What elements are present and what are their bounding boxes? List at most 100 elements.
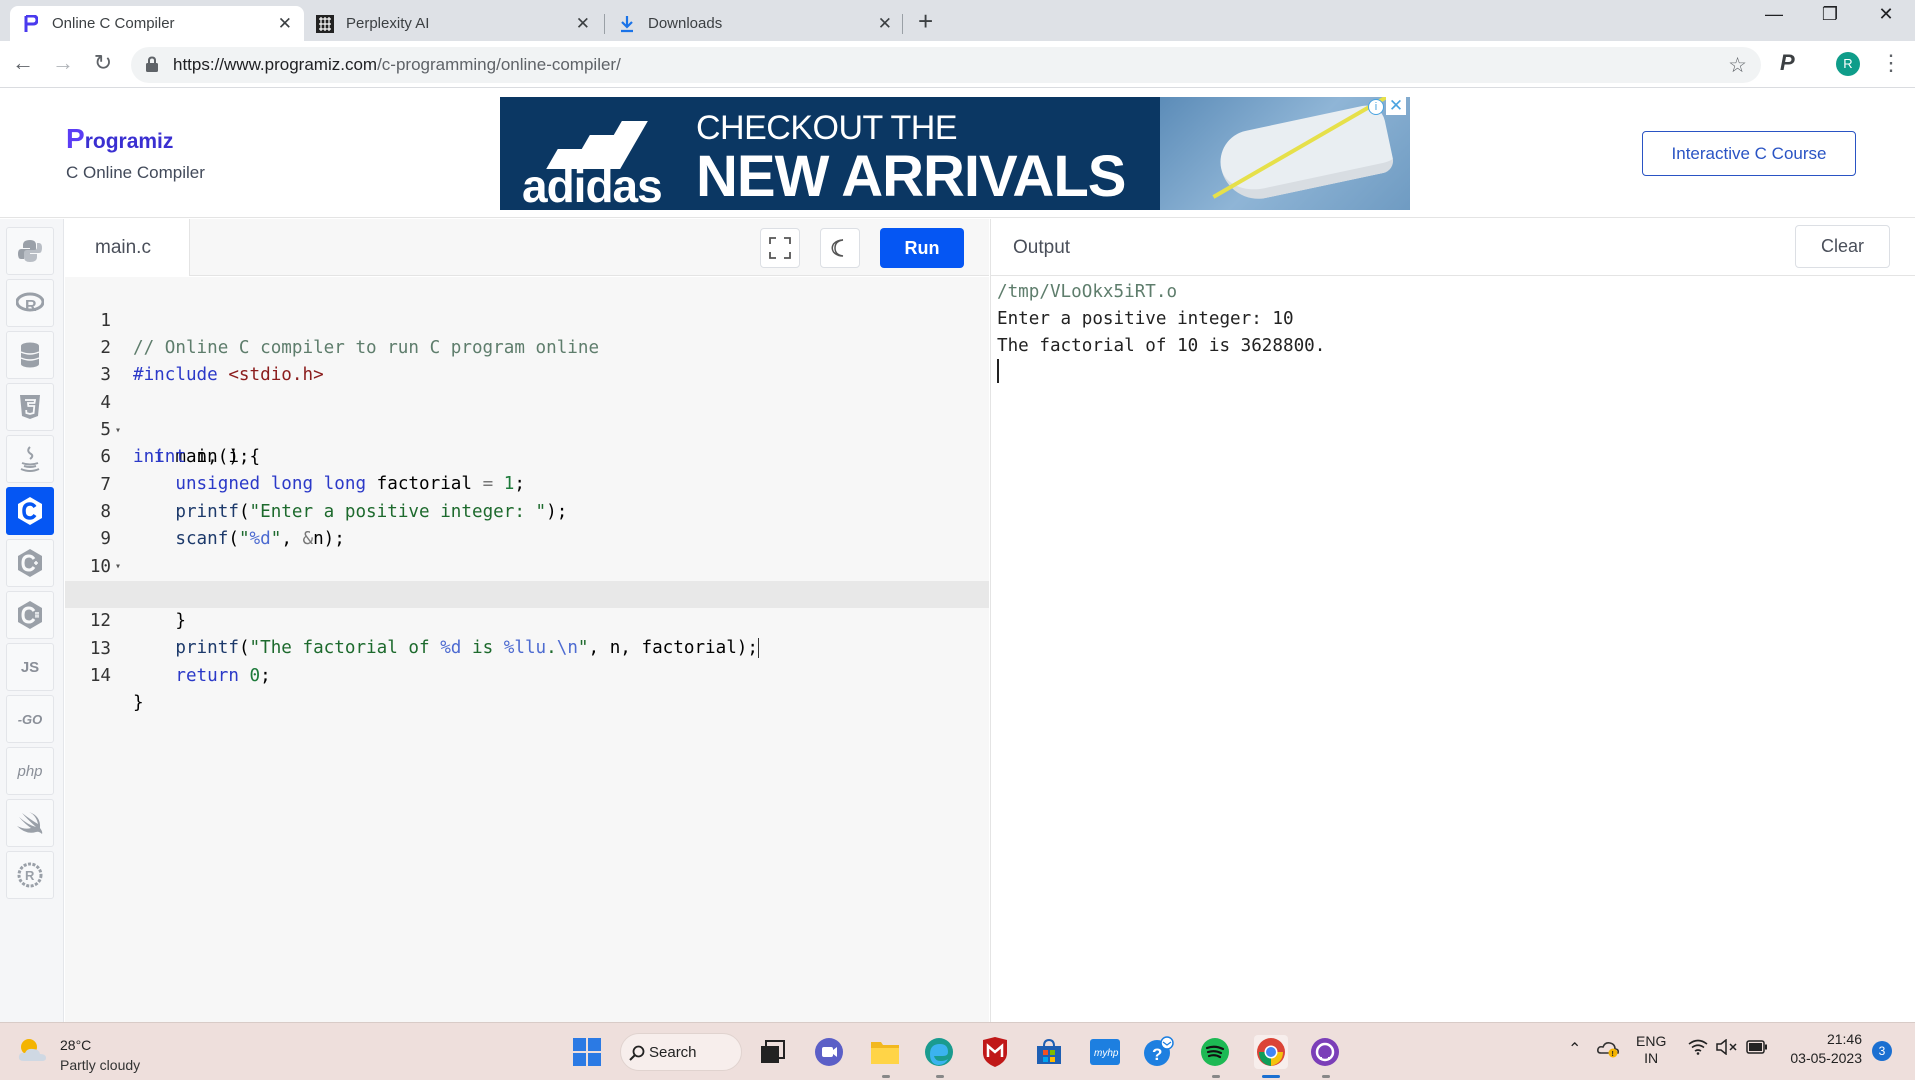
- output-title: Output: [1013, 237, 1071, 258]
- url-field[interactable]: https://www.programiz.com/c-programming/…: [131, 47, 1761, 83]
- microsoft-store-icon[interactable]: [1032, 1035, 1066, 1069]
- ad-info-icon[interactable]: i: [1368, 99, 1384, 115]
- close-tab-icon[interactable]: ✕: [576, 14, 590, 34]
- database-icon[interactable]: [6, 331, 54, 379]
- code-text: }: [133, 693, 144, 713]
- advertisement-banner[interactable]: adidas CHECKOUT THE NEW ARRIVALS i ✕: [500, 97, 1410, 210]
- volume-muted-icon[interactable]: [1716, 1038, 1738, 1058]
- notification-badge[interactable]: 3: [1872, 1041, 1892, 1061]
- ad-close-icon[interactable]: ✕: [1386, 97, 1406, 115]
- programiz-logo[interactable]: Programiz: [66, 123, 173, 155]
- svg-text:?: ?: [1152, 1045, 1162, 1064]
- running-indicator: [1322, 1075, 1330, 1078]
- close-tab-icon[interactable]: ✕: [278, 14, 292, 34]
- system-clock[interactable]: 21:46 03-05-2023: [1782, 1031, 1862, 1066]
- mcafee-icon[interactable]: [978, 1035, 1012, 1069]
- close-tab-icon[interactable]: ✕: [878, 14, 892, 34]
- running-indicator: [882, 1075, 890, 1078]
- clock-time: 21:46: [1826, 1031, 1862, 1047]
- windows-start-icon[interactable]: [570, 1035, 604, 1069]
- rust-icon[interactable]: R: [6, 851, 54, 899]
- run-button[interactable]: Run: [880, 228, 964, 268]
- tab-divider: [604, 14, 605, 34]
- close-window-icon[interactable]: ✕: [1866, 4, 1906, 25]
- r-language-icon[interactable]: R: [6, 279, 54, 327]
- tab-online-c-compiler[interactable]: Online C Compiler ✕: [10, 6, 304, 41]
- chrome-icon[interactable]: [1254, 1035, 1288, 1069]
- back-arrow-icon[interactable]: ←: [8, 50, 38, 76]
- battery-icon[interactable]: [1746, 1040, 1768, 1057]
- edge-browser-icon[interactable]: [922, 1035, 956, 1069]
- hp-support-assistant-icon[interactable]: ?: [1142, 1035, 1176, 1069]
- line-number: 14: [89, 666, 111, 686]
- go-icon[interactable]: -GO: [6, 695, 54, 743]
- output-line: Enter a positive integer: 10: [997, 309, 1294, 329]
- java-icon[interactable]: [6, 435, 54, 483]
- region-code: IN: [1644, 1050, 1659, 1066]
- url-host: https://www.programiz.com: [173, 55, 378, 74]
- show-hidden-icons-chevron-icon[interactable]: ⌃: [1568, 1039, 1581, 1059]
- file-explorer-icon[interactable]: [868, 1035, 902, 1069]
- clock-date: 03-05-2023: [1790, 1050, 1862, 1066]
- dark-mode-moon-icon[interactable]: [820, 228, 860, 268]
- tab-downloads[interactable]: Downloads ✕: [606, 6, 904, 41]
- running-indicator: [936, 1075, 944, 1078]
- new-tab-button[interactable]: +: [918, 6, 933, 37]
- code-line: 8 scanf("%d", &n);: [65, 472, 989, 549]
- python-icon[interactable]: [6, 227, 54, 275]
- clear-button[interactable]: Clear: [1795, 225, 1890, 268]
- svg-text:myhp: myhp: [1094, 1048, 1119, 1059]
- fullscreen-icon[interactable]: [760, 228, 800, 268]
- download-icon: [618, 15, 636, 33]
- code-editor[interactable]: 1 // Online C compiler to run C program …: [65, 277, 989, 1022]
- language-sidebar: R JS -GO php R: [0, 219, 64, 1022]
- tab-perplexity[interactable]: Perplexity AI ✕: [304, 6, 602, 41]
- language-indicator[interactable]: ENG IN: [1636, 1033, 1666, 1067]
- reload-icon[interactable]: ↻: [88, 50, 118, 76]
- profile-avatar[interactable]: R: [1836, 52, 1860, 76]
- output-input-cursor[interactable]: [997, 359, 999, 383]
- browser-menu-icon[interactable]: ⋮: [1880, 50, 1902, 76]
- bookmark-star-icon[interactable]: ☆: [1728, 53, 1747, 78]
- code-line: 4 ▾ int main() {: [65, 363, 989, 467]
- lock-icon: [146, 56, 158, 72]
- site-header: Programiz C Online Compiler adidas CHECK…: [0, 89, 1915, 218]
- code-line: 2 #include <stdio.h>: [65, 308, 989, 385]
- svg-text:R: R: [25, 868, 35, 883]
- javascript-icon[interactable]: JS: [6, 643, 54, 691]
- teams-chat-icon[interactable]: [812, 1035, 846, 1069]
- weather-description: Partly cloudy: [60, 1057, 141, 1073]
- search-icon: [629, 1045, 645, 1061]
- php-icon[interactable]: php: [6, 747, 54, 795]
- code-line: 1 // Online C compiler to run C program …: [65, 281, 989, 358]
- onedrive-warning-icon[interactable]: !: [1596, 1037, 1620, 1062]
- task-view-icon[interactable]: [756, 1035, 790, 1069]
- code-line: 7 printf("Enter a positive integer: ");: [65, 445, 989, 522]
- forward-arrow-icon[interactable]: →: [48, 50, 78, 76]
- extension-p-icon[interactable]: P: [1780, 50, 1795, 76]
- wifi-icon[interactable]: [1688, 1039, 1708, 1058]
- minimize-icon[interactable]: —: [1754, 4, 1794, 25]
- file-tab-main-c[interactable]: main.c: [65, 219, 190, 276]
- weather-temperature: 28°C: [60, 1037, 92, 1053]
- code-text: return 0;: [175, 666, 271, 686]
- interactive-course-button[interactable]: Interactive C Course: [1642, 131, 1856, 176]
- swift-icon[interactable]: [6, 799, 54, 847]
- taskbar-search[interactable]: Search: [620, 1033, 742, 1071]
- output-panel: Output Clear /tmp/VLoOkx5iRT.o Enter a p…: [990, 219, 1915, 1022]
- output-line: The factorial of 10 is 3628800.: [997, 336, 1326, 356]
- tab-title: Perplexity AI: [346, 15, 430, 32]
- code-line: 13 return 0;: [65, 609, 989, 686]
- github-desktop-icon[interactable]: [1308, 1035, 1342, 1069]
- cpp-icon[interactable]: [6, 539, 54, 587]
- myhp-icon[interactable]: myhp: [1088, 1035, 1122, 1069]
- code-line: 11 }: [65, 554, 989, 631]
- svg-text:R: R: [25, 298, 37, 314]
- spotify-icon[interactable]: [1198, 1035, 1232, 1069]
- c-language-icon[interactable]: [6, 487, 54, 535]
- partly-cloudy-icon: [18, 1039, 46, 1061]
- csharp-icon[interactable]: [6, 591, 54, 639]
- browser-tab-bar: Online C Compiler ✕ Perplexity AI ✕ Down…: [0, 0, 1915, 41]
- restore-icon[interactable]: ❐: [1810, 4, 1850, 25]
- html5-icon[interactable]: [6, 383, 54, 431]
